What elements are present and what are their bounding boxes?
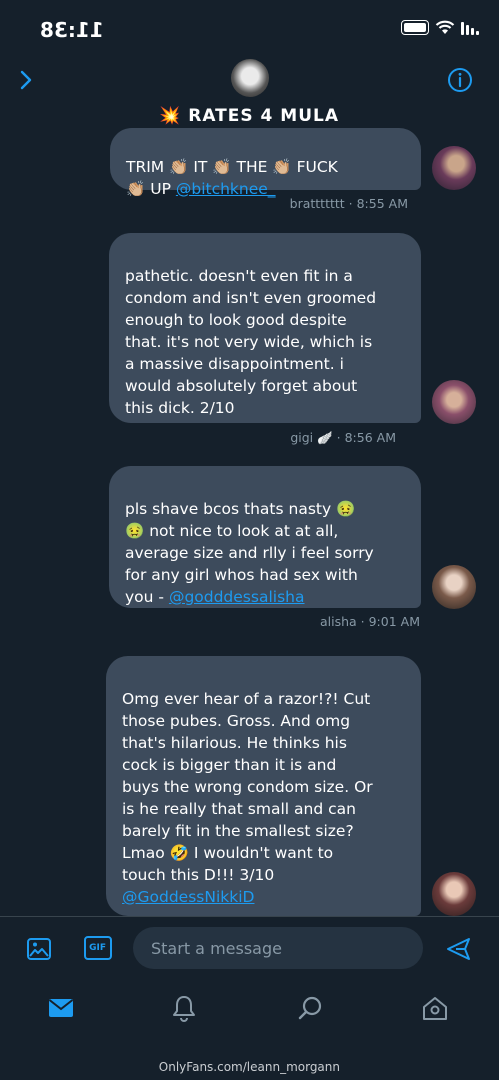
mention-link[interactable]: @GoddessNikkiD — [122, 888, 254, 906]
message-meta: brattttttt · 8:55 AM — [290, 196, 409, 211]
image-icon[interactable] — [26, 936, 52, 962]
conversation-title[interactable]: 💥 RATES 4 MULA — [0, 106, 499, 126]
sender-name: brattttttt — [290, 196, 346, 211]
status-indicators — [401, 20, 479, 35]
message-line: Lmao 🤣 I wouldn't want to — [122, 844, 334, 862]
gif-icon[interactable]: GIF — [84, 936, 112, 960]
sender-avatar[interactable] — [432, 380, 476, 424]
bell-icon[interactable] — [169, 993, 199, 1023]
message-line: touch this D!!! 3/10 — [122, 866, 275, 884]
message-time: 8:55 AM — [356, 196, 409, 211]
home-icon[interactable] — [420, 993, 450, 1023]
message-input[interactable] — [133, 927, 423, 969]
message-bubble[interactable]: pls shave bcos thats nasty 🤢 🤢 not nice … — [109, 466, 421, 608]
info-icon[interactable] — [446, 66, 474, 94]
message-bubble[interactable]: Omg ever hear of a razor!?! Cut those pu… — [106, 656, 421, 916]
message-line: barely fit in the smallest size? — [122, 822, 354, 840]
message-line: a massive disappointment. i — [125, 355, 344, 373]
message-line: would absolutely forget about — [125, 377, 358, 395]
message-line: 👏🏼 UP — [126, 180, 176, 198]
message-line: you - — [125, 588, 169, 606]
message-meta: alisha · 9:01 AM — [320, 614, 421, 629]
battery-icon — [401, 20, 429, 35]
sender-avatar[interactable] — [432, 146, 476, 190]
mirrored-screen: 11:38 💥 RATES 4 MULA TRIM 👏🏼 IT � — [0, 0, 499, 1080]
sender-name: gigi 🪽 — [290, 430, 333, 445]
message-line: for any girl whos had sex with — [125, 566, 358, 584]
watermark-label: OnlyFans.com/leann_morgann — [158, 1060, 341, 1074]
gif-label: GIF — [89, 943, 107, 953]
message-line: that's hilarious. He thinks his — [122, 734, 347, 752]
message-text: pls shave bcos thats nasty 🤢 🤢 not nice … — [125, 498, 405, 608]
send-icon[interactable] — [445, 935, 473, 963]
sender-avatar[interactable] — [432, 565, 476, 609]
message-line: average size and rlly i feel sorry — [125, 544, 374, 562]
mention-link[interactable]: @godddessalisha — [169, 588, 305, 606]
message-line: pathetic. doesn't even fit in a — [125, 267, 353, 285]
message-line: 🤢 not nice to look at at all, — [125, 522, 339, 540]
group-avatar[interactable] — [231, 59, 269, 97]
message-line: buys the wrong condom size. Or — [122, 778, 373, 796]
watermark-text: OnlyFans.com/leann_morgann — [0, 1060, 499, 1074]
search-icon[interactable] — [295, 993, 325, 1023]
message-line: Omg ever hear of a razor!?! Cut — [122, 690, 371, 708]
message-line: is he really that small and can — [122, 800, 356, 818]
message-meta: gigi 🪽 · 8:56 AM — [290, 430, 396, 445]
sender-avatar[interactable] — [432, 872, 476, 916]
message-time: 9:01 AM — [368, 614, 421, 629]
message-bubble[interactable]: pathetic. doesn't even fit in a condom a… — [109, 233, 421, 423]
message-bubble[interactable]: TRIM 👏🏼 IT 👏🏼 THE 👏🏼 FUCK 👏🏼 UP @bitchkn… — [110, 128, 421, 198]
message-text: Omg ever hear of a razor!?! Cut those pu… — [122, 688, 405, 908]
mail-icon[interactable] — [46, 993, 76, 1023]
message-line: cock is bigger than it is and — [122, 756, 337, 774]
message-text: pathetic. doesn't even fit in a condom a… — [125, 265, 405, 419]
mention-link[interactable]: @bitchknee_ — [176, 180, 276, 198]
status-bar: 11:38 — [0, 0, 499, 58]
message-line: those pubes. Gross. And omg — [122, 712, 351, 730]
message-line: TRIM 👏🏼 IT 👏🏼 THE 👏🏼 FUCK — [126, 158, 338, 176]
message-line: enough to look good despite — [125, 311, 347, 329]
message-line: this dick. 2/10 — [125, 399, 235, 417]
message-line: that. it's not very wide, which is — [125, 333, 373, 351]
message-line: condom and isn't even groomed — [125, 289, 377, 307]
chevron-left-icon[interactable] — [11, 66, 39, 94]
signal-icon — [461, 21, 479, 35]
wifi-icon — [435, 20, 455, 34]
message-text: TRIM 👏🏼 IT 👏🏼 THE 👏🏼 FUCK 👏🏼 UP @bitchkn… — [126, 156, 405, 200]
message-line: pls shave bcos thats nasty 🤢 — [125, 500, 356, 518]
status-time: 11:38 — [40, 18, 104, 42]
message-time: 8:56 AM — [344, 430, 396, 445]
sender-name: alisha — [320, 614, 357, 629]
conversation-title-text: 💥 RATES 4 MULA — [159, 106, 340, 126]
